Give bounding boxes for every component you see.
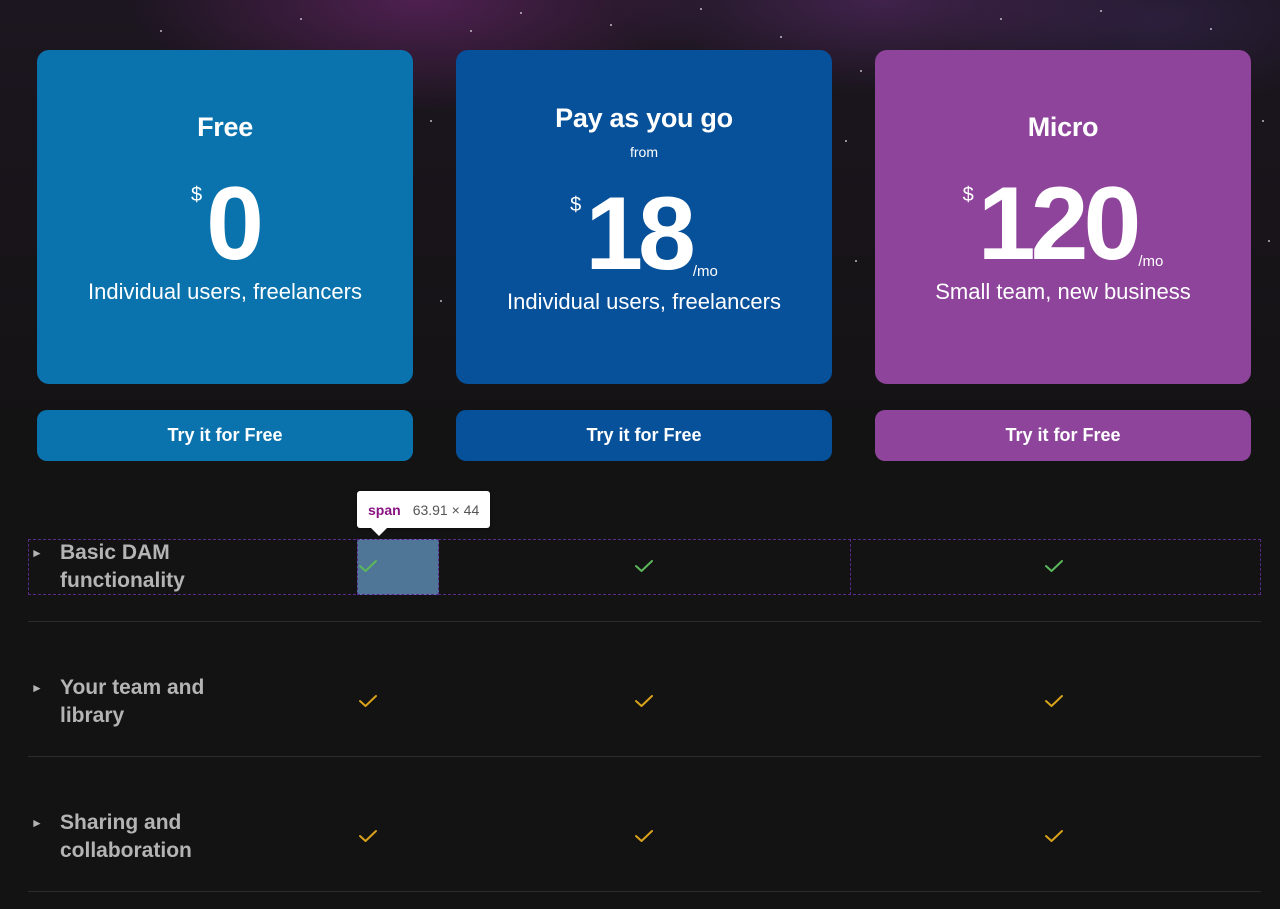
plan-price: $ 18 /mo: [456, 176, 832, 292]
feature-toggle[interactable]: ► Your team and library: [28, 674, 204, 730]
tooltip-tag-name: span: [368, 501, 401, 518]
feature-label-text: Your team and library: [60, 674, 204, 730]
tooltip-dimensions: 63.91 × 44: [412, 501, 480, 518]
checkmark-icon: [1044, 693, 1064, 709]
price-amount: 0: [206, 166, 264, 282]
price-amount: 120: [977, 166, 1142, 282]
plan-audience: Individual users, freelancers: [88, 279, 362, 304]
checkmark-icon: [358, 693, 378, 709]
devtools-inspect-tooltip: span 63.91 × 44: [357, 491, 491, 536]
plan-card-micro: Micro $ 120 /mo Small team, new business: [875, 50, 1251, 384]
row-divider: [28, 621, 1261, 622]
currency-symbol: $: [191, 184, 203, 206]
devtools-column-outline: [850, 539, 851, 595]
checkmark-icon: [634, 693, 654, 709]
price-from-label: from: [630, 144, 658, 160]
feature-label-line: Your team and: [60, 676, 205, 699]
currency-symbol: $: [570, 194, 582, 216]
plan-audience: Individual users, freelancers: [507, 289, 781, 314]
caret-right-icon: ►: [31, 816, 43, 830]
feature-label-line: library: [60, 704, 125, 727]
checkmark-icon: [1044, 558, 1064, 574]
feature-label-line: Sharing and: [60, 811, 182, 834]
plan-name: Free: [197, 112, 253, 142]
row-divider: [28, 891, 1261, 892]
try-free-button-micro-plan[interactable]: Try it for Free: [875, 410, 1251, 461]
checkmark-icon: [634, 558, 654, 574]
price-amount: 18: [585, 176, 696, 292]
checkmark-icon: [358, 558, 378, 574]
try-free-button-free-plan[interactable]: Try it for Free: [37, 410, 413, 461]
feature-label-line: collaboration: [60, 839, 192, 862]
feature-row-sharing-collaboration: ► Sharing and collaboration: [28, 809, 1261, 892]
price-period: /mo: [692, 263, 718, 280]
plan-card-free: Free $ 0 Individual users, freelancers: [37, 50, 413, 384]
caret-right-icon: ►: [31, 681, 43, 695]
feature-label-text: Sharing and collaboration: [60, 809, 192, 865]
plan-audience: Small team, new business: [935, 279, 1191, 304]
plan-price: $ 120 /mo: [875, 166, 1251, 282]
pricing-page: Free $ 0 Individual users, freelancers P…: [0, 0, 1280, 909]
row-divider: [28, 756, 1261, 757]
try-free-button-pay-as-you-go-plan[interactable]: Try it for Free: [456, 410, 832, 461]
feature-row-team-library: ► Your team and library: [28, 674, 1261, 757]
price-period: /mo: [1138, 253, 1164, 270]
feature-toggle[interactable]: ► Sharing and collaboration: [28, 809, 192, 865]
checkmark-icon: [1044, 828, 1064, 844]
plan-name: Micro: [1027, 112, 1099, 142]
checkmark-icon: [358, 828, 378, 844]
plan-name: Pay as you go: [555, 103, 733, 133]
plan-price: $ 0: [37, 166, 413, 282]
plan-card-pay-as-you-go: Pay as you go from $ 18 /mo Individual u…: [456, 50, 832, 384]
currency-symbol: $: [962, 184, 974, 206]
checkmark-icon: [634, 828, 654, 844]
